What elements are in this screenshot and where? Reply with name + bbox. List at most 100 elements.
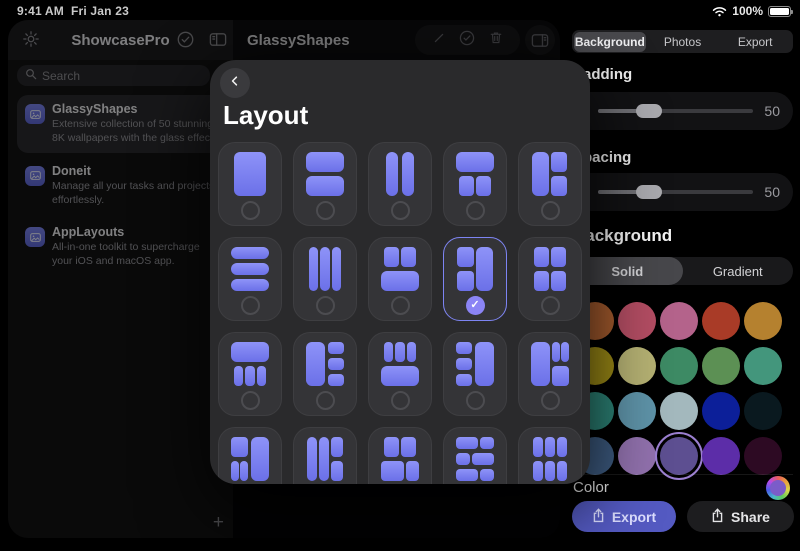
glyph-block [233,152,267,196]
layout-option-6[interactable] [218,237,282,321]
glyph-block [327,342,344,355]
color-swatch-3[interactable] [660,302,698,340]
color-swatch-15[interactable] [744,392,782,430]
glyph-block [532,461,543,481]
color-swatch-2[interactable] [618,302,656,340]
layout-option-2[interactable] [293,142,357,226]
layout-radio[interactable] [240,296,260,315]
padding-slider[interactable]: 50 [572,92,793,130]
layout-option-17[interactable] [293,427,357,484]
layout-option-9[interactable]: ✓ [443,237,507,321]
inspector-tabs: Background Photos Export [572,30,793,53]
color-swatch-18[interactable] [655,432,703,480]
color-swatch-20[interactable] [744,437,782,475]
color-swatch-5[interactable] [744,302,782,340]
layout-radio[interactable] [465,391,485,410]
color-swatch-17[interactable] [618,437,656,475]
color-swatch-13[interactable] [660,392,698,430]
glyph-block [551,271,566,291]
layout-radio[interactable] [240,201,260,220]
layout-option-1[interactable] [218,142,282,226]
color-wheel-picker[interactable] [766,476,790,500]
glyph-block [407,342,417,362]
layout-radio[interactable] [540,391,560,410]
layout-radio[interactable] [390,391,410,410]
glyph-block [476,176,491,196]
layout-glyph [379,152,421,196]
glyph-block [456,357,473,371]
color-swatch-12[interactable] [618,392,656,430]
glyph-block [552,366,569,386]
layout-option-7[interactable] [293,237,357,321]
color-swatch-19[interactable] [702,437,740,475]
glyph-block [384,437,399,457]
layout-radio[interactable] [315,201,335,220]
spacing-slider[interactable]: 50 [572,173,793,211]
layout-option-5[interactable] [518,142,582,226]
share-button[interactable]: Share [687,501,794,532]
layout-option-3[interactable] [368,142,432,226]
color-swatch-9[interactable] [702,347,740,385]
layout-glyph [304,152,346,196]
status-time: 9:41 AM [17,4,64,18]
layout-option-10[interactable] [518,237,582,321]
layout-radio[interactable] [540,201,560,220]
layout-radio[interactable] [315,296,335,315]
color-swatch-10[interactable] [744,347,782,385]
layout-radio[interactable] [315,391,335,410]
layout-option-12[interactable] [293,332,357,416]
glyph-block [308,247,318,291]
layout-glyph [229,437,271,481]
glyph-block [456,437,478,450]
tab-export[interactable]: Export [719,32,792,52]
tab-background[interactable]: Background [573,31,647,52]
layout-glyph [304,247,346,291]
tab-photos[interactable]: Photos [646,32,719,52]
glyph-block [551,176,568,196]
slider-thumb[interactable] [636,185,663,199]
slider-track[interactable] [598,104,753,118]
color-swatch-7[interactable] [618,347,656,385]
layout-glyph [304,437,346,481]
layout-option-4[interactable] [443,142,507,226]
glyph-block [384,247,399,267]
layout-radio[interactable] [240,391,260,410]
layout-option-15[interactable] [518,332,582,416]
layout-option-14[interactable] [443,332,507,416]
layout-glyph [229,152,271,196]
glyph-block [240,461,248,481]
layout-radio[interactable] [465,201,485,220]
layout-radio[interactable] [390,201,410,220]
layout-option-11[interactable] [218,332,282,416]
slider-track[interactable] [598,185,753,199]
glyph-block [395,342,405,362]
layout-radio[interactable]: ✓ [465,296,485,315]
glyph-block [480,468,494,481]
back-button[interactable] [220,68,250,98]
layout-option-20[interactable] [518,427,582,484]
slider-thumb[interactable] [636,104,663,118]
layout-option-18[interactable] [368,427,432,484]
export-button[interactable]: Export [572,501,676,532]
layout-glyph [304,342,346,386]
glyph-block [385,152,399,196]
layout-glyph [229,342,271,386]
color-swatch-14[interactable] [702,392,740,430]
layout-option-8[interactable] [368,237,432,321]
glyph-block [306,437,317,481]
color-swatch-4[interactable] [702,302,740,340]
glyph-block [456,247,474,267]
glyph-block [531,152,549,196]
share-button-label: Share [731,508,770,525]
glyph-block [544,461,556,481]
layout-option-19[interactable] [443,427,507,484]
layout-radio[interactable] [540,296,560,315]
mode-gradient[interactable]: Gradient [683,257,794,285]
layout-radio[interactable] [390,296,410,315]
spacing-value: 50 [764,184,780,200]
layout-option-13[interactable] [368,332,432,416]
glyph-block [456,373,473,386]
layout-option-16[interactable] [218,427,282,484]
layout-glyph [454,342,496,386]
color-swatch-8[interactable] [660,347,698,385]
